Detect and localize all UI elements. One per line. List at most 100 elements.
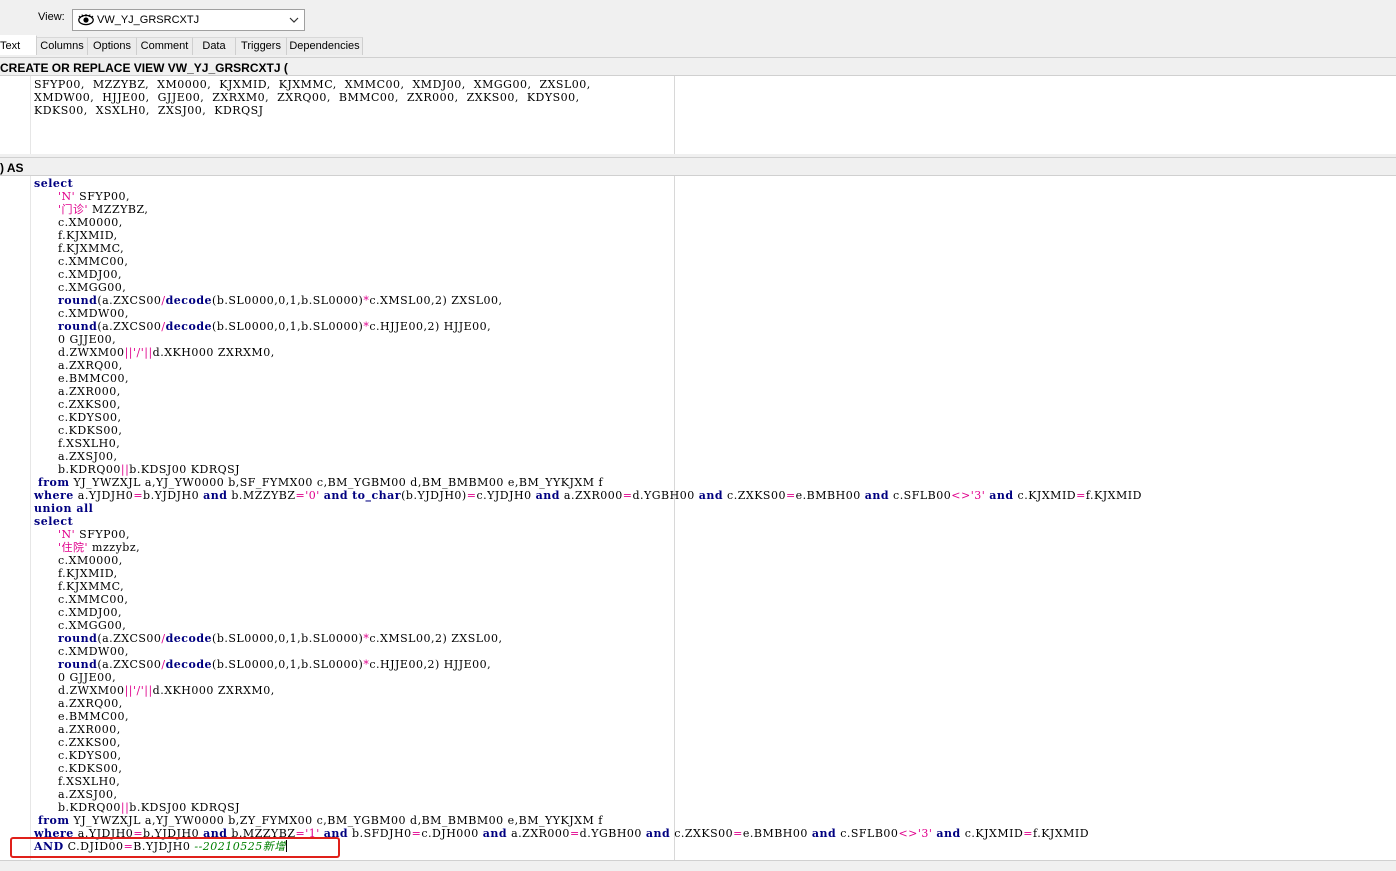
sql-token: (a.ZXCS00: [97, 658, 162, 671]
code-line: c.ZXKS00,: [34, 736, 1142, 749]
sql-editor[interactable]: select 'N' SFYP00, '门诊' MZZYBZ, c.XM0000…: [0, 176, 1396, 860]
sql-token: (a.ZXCS00: [97, 320, 162, 333]
columns-gutter: [0, 76, 31, 154]
sql-token: a.YJDJH0: [73, 489, 134, 502]
view-select[interactable]: VW_YJ_GRSRCXTJ: [72, 9, 305, 31]
code-line: f.KJXMMC,: [34, 580, 1142, 593]
code-line: c.XMGG00,: [34, 281, 1142, 294]
sql-token: SFYP00,: [75, 528, 130, 541]
sql-token: c.XMMC00,: [34, 593, 129, 606]
sql-token: e.BMMC00,: [34, 372, 130, 385]
code-line: c.XMDW00,: [34, 307, 1142, 320]
sql-token: a.ZXSJ00,: [34, 450, 118, 463]
sql-operator: =: [411, 827, 422, 840]
sql-keyword: union all: [34, 502, 94, 515]
sql-operator: =: [733, 827, 743, 840]
code-line: union all: [34, 502, 1142, 515]
code-line: from YJ_YWZXJL a,YJ_YW0000 b,SF_FYMX00 c…: [34, 476, 1142, 489]
sql-operator: ||: [124, 346, 133, 359]
tab-dependencies[interactable]: Dependencies: [287, 37, 363, 55]
code-line: c.KDKS00,: [34, 424, 1142, 437]
code-line: 0 GJJE00,: [34, 333, 1142, 346]
sql-code[interactable]: select 'N' SFYP00, '门诊' MZZYBZ, c.XM0000…: [34, 177, 1142, 853]
sql-token: c.HJJE00,2) HJJE00,: [369, 658, 492, 671]
sql-token: a.ZXR000: [507, 827, 570, 840]
code-line: round(a.ZXCS00/decode(b.SL0000,0,1,b.SL0…: [34, 632, 1142, 645]
code-line: d.ZWXM00||'/'||d.XKH000 ZXRXM0,: [34, 346, 1142, 359]
code-line: b.KDRQ00||b.KDSJ00 KDRQSJ: [34, 801, 1142, 814]
sql-token: (b.SL0000,0,1,b.SL0000): [212, 658, 364, 671]
sql-token: b.KDSJ00 KDRQSJ: [129, 463, 241, 476]
sql-token: f.XSXLH0,: [34, 437, 121, 450]
sql-string: '住院': [57, 541, 89, 554]
code-line: 'N' SFYP00,: [34, 190, 1142, 203]
sql-token: c.KJXMID: [1013, 489, 1077, 502]
sql-keyword: round: [57, 320, 98, 333]
sql-keyword: and: [698, 489, 724, 502]
sql-operator: =: [622, 489, 633, 502]
sql-token: a.ZXRQ00,: [34, 697, 123, 710]
sql-token: b.YJDJH0: [143, 489, 204, 502]
code-line: 0 GJJE00,: [34, 671, 1142, 684]
sql-operator: =: [785, 489, 796, 502]
sql-string: '3': [917, 827, 933, 840]
code-line: select: [34, 177, 1142, 190]
code-line: round(a.ZXCS00/decode(b.SL0000,0,1,b.SL0…: [34, 320, 1142, 333]
sql-token: c.SFLB00: [836, 827, 899, 840]
toolbar: View: VW_YJ_GRSRCXTJ: [0, 0, 1396, 37]
columns-code[interactable]: SFYP00, MZZYBZ, XM0000, KJXMID, KJXMMC, …: [34, 78, 591, 117]
sql-token: d.ZWXM00: [34, 684, 125, 697]
sql-token: (b.SL0000,0,1,b.SL0000): [212, 632, 364, 645]
sql-token: MZZYBZ,: [88, 203, 149, 216]
tab-data[interactable]: Data: [193, 37, 236, 55]
right-margin-line: [674, 76, 675, 154]
sql-token: f.KJXMID,: [34, 229, 118, 242]
code-line: c.KDYS00,: [34, 411, 1142, 424]
sql-token: b.MZZYBZ: [227, 489, 296, 502]
code-line: c.ZXKS00,: [34, 398, 1142, 411]
sql-token: YJ_YWZXJL a,YJ_YW0000 b,ZY_FYMX00 c,BM_Y…: [69, 814, 603, 827]
sql-token: b.SFDJH0: [348, 827, 412, 840]
code-line: f.KJXMMC,: [34, 242, 1142, 255]
sql-keyword: decode: [165, 294, 213, 307]
sql-token: e.BMMC00,: [34, 710, 130, 723]
code-line: f.KJXMID,: [34, 567, 1142, 580]
tab-text[interactable]: Text: [0, 35, 37, 55]
tab-comment[interactable]: Comment: [137, 37, 193, 55]
sql-token: f.KJXMID,: [34, 567, 118, 580]
sql-token: a.ZXSJ00,: [34, 788, 118, 801]
sql-string: 'N': [57, 190, 76, 203]
sql-string: '门诊': [57, 203, 89, 216]
sql-keyword: round: [57, 294, 98, 307]
code-line: SFYP00, MZZYBZ, XM0000, KJXMID, KJXMMC, …: [34, 78, 591, 91]
sql-token: c.XMGG00,: [34, 281, 127, 294]
sql-token: c.XM0000,: [34, 216, 123, 229]
tab-strip: Text Columns Options Comment Data Trigge…: [0, 35, 1396, 55]
as-header: ) AS: [0, 157, 1396, 176]
sql-token: d.YGBH00: [632, 489, 699, 502]
sql-string: '/': [132, 346, 145, 359]
sql-string: 'N': [57, 528, 76, 541]
sql-token: d.ZWXM00: [34, 346, 125, 359]
tab-triggers[interactable]: Triggers: [236, 37, 287, 55]
code-line: e.BMMC00,: [34, 372, 1142, 385]
code-line: 'N' SFYP00,: [34, 528, 1142, 541]
sql-keyword: and: [989, 489, 1014, 502]
tab-options[interactable]: Options: [88, 37, 137, 55]
code-line: c.XMDJ00,: [34, 606, 1142, 619]
tab-columns[interactable]: Columns: [37, 37, 88, 55]
columns-editor[interactable]: SFYP00, MZZYBZ, XM0000, KJXMID, KJXMMC, …: [0, 76, 1396, 154]
sql-keyword: decode: [165, 320, 213, 333]
chevron-down-icon[interactable]: [289, 13, 299, 27]
sql-token: (b.SL0000,0,1,b.SL0000): [212, 320, 364, 333]
sql-keyword: from: [38, 476, 70, 489]
sql-token: c.ZXKS00: [723, 489, 786, 502]
sql-gutter: [0, 176, 31, 860]
sql-token: e.BMBH00: [795, 489, 865, 502]
sql-string: '3': [970, 489, 986, 502]
sql-operator: <>: [951, 489, 971, 502]
